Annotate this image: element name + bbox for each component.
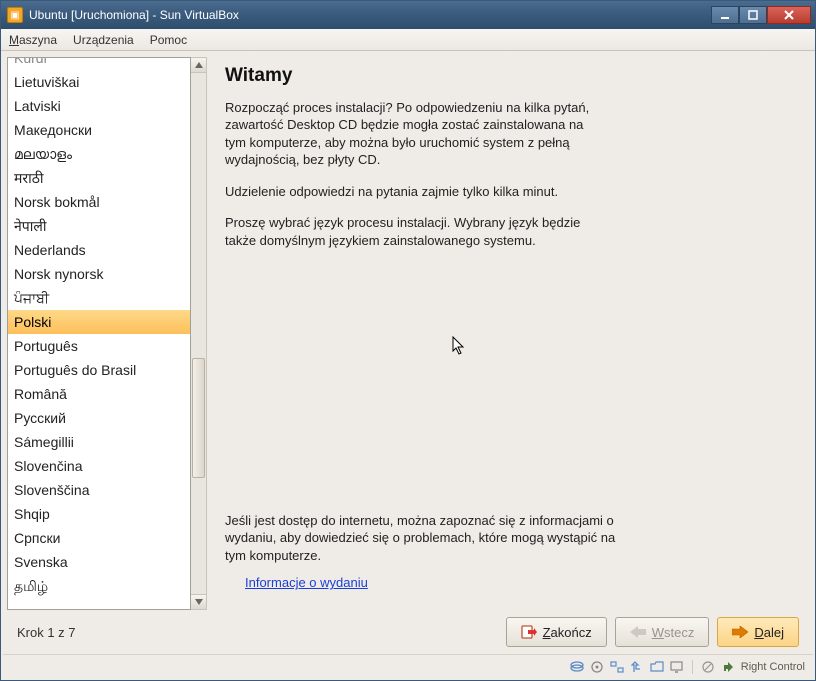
- language-item[interactable]: Português: [8, 334, 190, 358]
- next-arrow-icon: [732, 624, 748, 640]
- language-item[interactable]: Shqip: [8, 502, 190, 526]
- language-item[interactable]: Slovenščina: [8, 478, 190, 502]
- window-title: Ubuntu [Uruchomiona] - Sun VirtualBox: [29, 8, 711, 22]
- maximize-button[interactable]: [739, 6, 767, 24]
- release-notes-link[interactable]: Informacje o wydaniu: [245, 574, 799, 592]
- language-item[interactable]: Русский: [8, 406, 190, 430]
- step-label: Krok 1 z 7: [17, 625, 498, 640]
- menu-help[interactable]: Pomoc: [150, 33, 187, 47]
- network-icon[interactable]: [610, 660, 624, 674]
- vm-statusbar: Right Control: [3, 654, 813, 678]
- guest-display: KurdiLietuviškaiLatviskiМакедонскиമലയാളം…: [1, 51, 815, 680]
- language-column: KurdiLietuviškaiLatviskiМакедонскиമലയാളം…: [7, 57, 207, 610]
- installer-pane: KurdiLietuviškaiLatviskiМакедонскиമലയാളം…: [3, 53, 813, 610]
- welcome-text-column: Witamy Rozpocząć proces instalacji? Po o…: [211, 57, 809, 610]
- menu-devices[interactable]: Urządzenia: [73, 33, 134, 47]
- titlebar[interactable]: ▣ Ubuntu [Uruchomiona] - Sun VirtualBox: [1, 1, 815, 29]
- app-icon: ▣: [7, 7, 23, 23]
- language-item[interactable]: Nederlands: [8, 238, 190, 262]
- language-item[interactable]: Svenska: [8, 550, 190, 574]
- minimize-button[interactable]: [711, 6, 739, 24]
- language-item[interactable]: Sámegillii: [8, 430, 190, 454]
- host-key-label: Right Control: [741, 661, 805, 673]
- language-item[interactable]: Latviski: [8, 94, 190, 118]
- language-item[interactable]: ਪੰਜਾਬੀ: [8, 286, 190, 310]
- language-item[interactable]: Lietuviškai: [8, 70, 190, 94]
- language-item[interactable]: Polski: [8, 310, 190, 334]
- back-button[interactable]: Wstecz: [615, 617, 710, 647]
- language-item[interactable]: Slovenčina: [8, 454, 190, 478]
- intro-paragraph-2: Udzielenie odpowiedzi na pytania zajmie …: [225, 183, 595, 201]
- language-listbox[interactable]: KurdiLietuviškaiLatviskiМакедонскиമലയാളം…: [7, 57, 191, 610]
- scrollbar-down-button[interactable]: [191, 594, 206, 609]
- wizard-button-row: Krok 1 z 7 Zakończ Wstecz Dalej: [3, 610, 813, 654]
- language-item[interactable]: Kurdi: [8, 57, 190, 70]
- language-scrollbar[interactable]: [191, 57, 207, 610]
- intro-paragraph-3: Proszę wybrać język procesu instalacji. …: [225, 214, 595, 249]
- language-item[interactable]: Norsk bokmål: [8, 190, 190, 214]
- shared-folders-icon[interactable]: [650, 660, 664, 674]
- hard-disk-icon[interactable]: [570, 660, 584, 674]
- language-item[interactable]: मराठी: [8, 166, 190, 190]
- menubar: Maszyna Urządzenia Pomoc: [1, 29, 815, 51]
- language-item[interactable]: தமிழ்: [8, 574, 190, 598]
- language-item[interactable]: മലയാളം: [8, 142, 190, 166]
- language-item[interactable]: Македонски: [8, 118, 190, 142]
- scrollbar-thumb[interactable]: [192, 358, 205, 478]
- language-item[interactable]: Português do Brasil: [8, 358, 190, 382]
- mouse-integration-icon[interactable]: [701, 660, 715, 674]
- host-key-arrow-icon: [721, 660, 735, 674]
- release-info-text: Jeśli jest dostęp do internetu, można za…: [225, 512, 625, 565]
- language-item[interactable]: Norsk nynorsk: [8, 262, 190, 286]
- display-icon[interactable]: [670, 660, 684, 674]
- menu-machine[interactable]: Maszyna: [9, 33, 57, 47]
- language-item[interactable]: Română: [8, 382, 190, 406]
- page-heading: Witamy: [225, 63, 799, 89]
- usb-icon[interactable]: [630, 660, 644, 674]
- optical-disc-icon[interactable]: [590, 660, 604, 674]
- back-arrow-icon: [630, 624, 646, 640]
- quit-icon: [521, 624, 537, 640]
- scrollbar-up-button[interactable]: [191, 58, 206, 73]
- quit-button[interactable]: Zakończ: [506, 617, 607, 647]
- next-button[interactable]: Dalej: [717, 617, 799, 647]
- language-item[interactable]: Српски: [8, 526, 190, 550]
- language-item[interactable]: नेपाली: [8, 214, 190, 238]
- close-button[interactable]: [767, 6, 811, 24]
- vm-window: ▣ Ubuntu [Uruchomiona] - Sun VirtualBox …: [0, 0, 816, 681]
- intro-paragraph-1: Rozpocząć proces instalacji? Po odpowied…: [225, 99, 595, 169]
